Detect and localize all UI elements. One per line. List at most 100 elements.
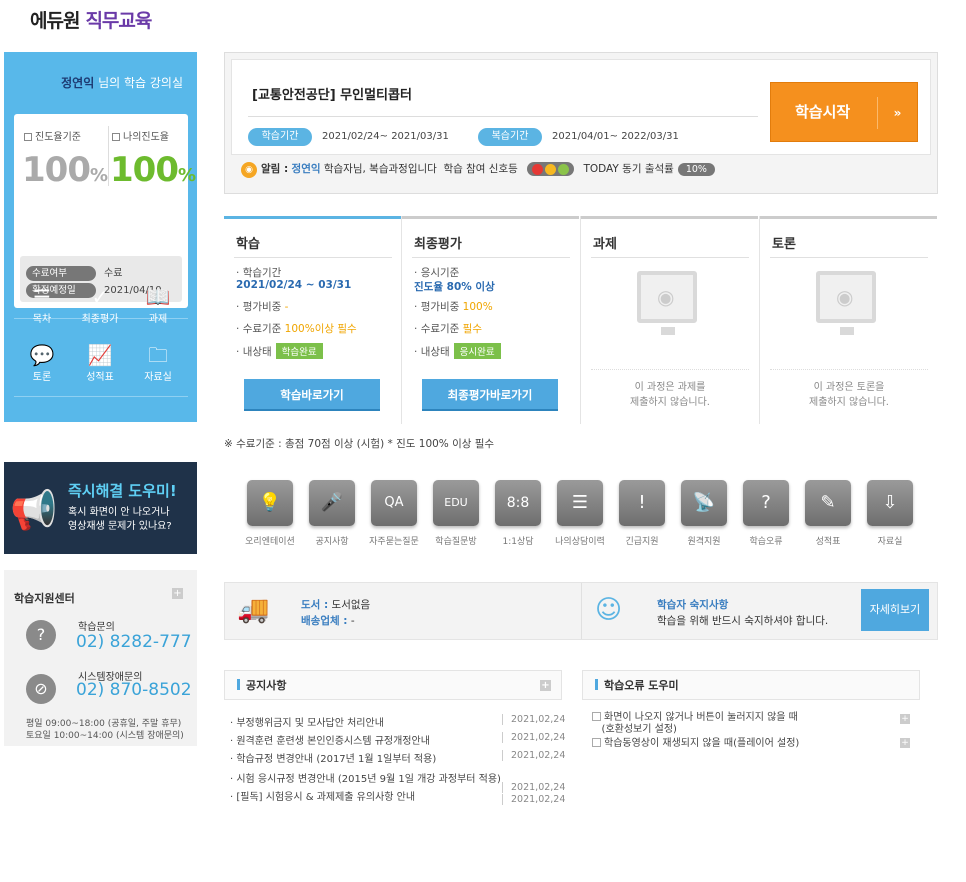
item-label: 수료기준 [242, 323, 282, 335]
orientation-button[interactable]: 💡 오리엔테이션 [244, 480, 296, 547]
study-inquiry-phone: 02) 8282-777 [76, 632, 192, 652]
board-title: 학습오류 도우미 [604, 679, 679, 692]
red-light [532, 163, 544, 175]
faq-button[interactable]: QA 자주묻는질문 [368, 480, 420, 547]
quick-final-exam[interactable]: ✓ 최종평가 [70, 284, 130, 325]
quick-task[interactable]: 📖 과제 [128, 284, 188, 325]
chat-icon: 💬 [29, 343, 55, 367]
item-value: 필수 [462, 323, 482, 335]
people-icon: 8:8 [495, 480, 541, 526]
status-badge: 응시완료 [453, 343, 501, 359]
msg-line: 이 과정은 과제를 [634, 382, 706, 393]
saturday-hours: 토요일 10:00~14:00 (시스템 장애문의) [26, 731, 184, 741]
logo[interactable]: 에듀원 직무교육 [30, 6, 152, 33]
board-title: 공지사항 [246, 679, 287, 692]
traffic-light-icon [527, 162, 575, 176]
go-study-button[interactable]: 학습바로가기 [244, 379, 380, 411]
info-bar: 🚚 도서 : 도서없음 배송업체 : - ☺ 학습자 숙지사항 학습을 위해 반… [224, 582, 938, 640]
error-helper-board: 학습오류 도우미 화면이 나오지 않거나 버튼이 눌러지지 않을 때 (호환성보… [582, 670, 920, 749]
notice-item[interactable]: · 원격훈련 훈련생 본인인증시스템 규정개정안내 [230, 732, 430, 747]
study-error-button[interactable]: ? 학습오류 [740, 480, 792, 547]
divider [14, 396, 188, 397]
logo-sub: 직무교육 [85, 10, 152, 32]
quick-grades[interactable]: 📈 성적표 [70, 342, 130, 383]
start-study-button[interactable]: 학습시작 » [770, 82, 918, 142]
item-label: 평가비중 [242, 301, 282, 313]
review-badge: 복습기간 [478, 128, 542, 146]
ship-value: - [350, 615, 355, 627]
rules-title: 학습자 숙지사항 [657, 599, 729, 611]
quick-toc[interactable]: ☰ 목차 [12, 284, 72, 325]
status-badge: 학습완료 [275, 343, 323, 359]
microphone-icon: 🎤 [309, 480, 355, 526]
completion-criteria: ※ 수료기준 : 총점 70점 이상 (시험) * 진도 100% 이상 필수 [224, 438, 495, 450]
view-details-button[interactable]: 자세히보기 [861, 589, 929, 631]
notice-more-button[interactable]: + [540, 680, 551, 691]
list-icon: ☰ [33, 285, 51, 309]
notice-date: 2021,02,24 [502, 794, 565, 805]
remote-support-button[interactable]: 📡 원격지원 [678, 480, 730, 547]
std-label-text: 진도율기준 [35, 132, 81, 143]
study-period-value: 2021/02/24 ~ 03/31 [236, 279, 351, 291]
quick-files[interactable]: 🗀 자료실 [128, 342, 188, 383]
review-period: 2021/04/01~ 2022/03/31 [552, 131, 679, 142]
instant-help-banner[interactable]: 📢 즉시해결 도우미! 혹시 화면이 안 나오거나 영상재생 문제가 있나요? [4, 462, 197, 554]
exam-criteria-item: · 응시기준 [414, 267, 460, 279]
signal-label: 학습 참여 신호등 [443, 163, 518, 175]
quick-label: 자료실 [144, 372, 172, 383]
counsel-button[interactable]: 8:8 1:1상담 [492, 480, 544, 547]
urgent-support-button[interactable]: ! 긴급지원 [616, 480, 668, 547]
book-info: 도서 : 도서없음 [301, 597, 370, 612]
task-message: 이 과정은 과제를 제출하지 않습니다. [591, 369, 749, 410]
notice-item[interactable]: · [필독] 시험응시 & 과제제출 유의사항 안내 [230, 788, 415, 803]
grades-button[interactable]: ✎ 성적표 [802, 480, 854, 547]
support-more-button[interactable]: + [172, 588, 183, 599]
study-status-item: · 내상태 학습완료 [236, 343, 323, 359]
period-badge: 학습기간 [248, 128, 312, 146]
course-title: [교통안전공단] 무인멀티콥터 [252, 88, 412, 103]
item-label: 내상태 [242, 346, 272, 358]
divider [248, 116, 758, 117]
yellow-light [545, 163, 557, 175]
msg-line: 제출하지 않습니다. [809, 397, 889, 408]
quick-discussion[interactable]: 💬 토론 [12, 342, 72, 383]
status-label: 수료여부 [26, 266, 96, 281]
status-value: 수료 [104, 268, 123, 279]
lightbulb-icon: 💡 [247, 480, 293, 526]
classroom-suffix: 님의 학습 강의실 [98, 76, 183, 90]
box-icon [24, 133, 32, 141]
notice-item[interactable]: · 부정행위금지 및 모사답안 처리안내 [230, 714, 384, 729]
msg-line: 이 과정은 토론을 [813, 382, 885, 393]
error-item[interactable]: 학습동영상이 재생되지 않을 때(플레이어 설정) [592, 738, 799, 750]
notice-date: 2021,02,24 [502, 714, 565, 725]
go-final-exam-button[interactable]: 최종평가바로가기 [422, 379, 558, 411]
archive-button[interactable]: ⇩ 자료실 [864, 480, 916, 547]
counsel-history-button[interactable]: ☰ 나의상담이력 [554, 480, 606, 547]
reading-person-icon: ☺ [595, 595, 623, 625]
notice-button[interactable]: 🎤 공지사항 [306, 480, 358, 547]
logo-brand: 에듀원 [30, 10, 80, 32]
helper-line: 혹시 화면이 안 나오거나 [68, 507, 170, 518]
notice-item[interactable]: · 학습규정 변경안내 (2017년 1월 1일부터 적용) [230, 750, 436, 765]
divider [591, 257, 749, 258]
system-phone-icon: ⊘ [26, 674, 56, 704]
notice-date: 2021,02,24 [502, 782, 565, 793]
study-weight-item: · 평가비중 - [236, 301, 289, 313]
tab-task-title: 과제 [593, 237, 617, 252]
notice-item[interactable]: · 시험 응시규정 변경안내 (2015년 9월 1일 개강 과정부터 적용) [230, 770, 501, 785]
study-question-button[interactable]: EDU 학습질문방 [430, 480, 482, 547]
notice-board: 공지사항 + · 부정행위금지 및 모사답안 처리안내 2021,02,24 · … [224, 670, 565, 805]
tab-final-exam: 최종평가 · 응시기준 진도율 80% 이상 · 평가비중 100% · 수료기… [402, 216, 579, 424]
error-item[interactable]: 화면이 나오지 않거나 버튼이 눌러지지 않을 때 (호환성보기 설정) [592, 712, 798, 736]
book-key: 도서 : [301, 599, 329, 611]
tab-task: 과제 ◉ 이 과정은 과제를 제출하지 않습니다. [581, 216, 758, 424]
system-inquiry-phone: 02) 870-8502 [76, 680, 192, 700]
plus-icon[interactable]: + [900, 738, 910, 748]
exam-status-item: · 내상태 응시완료 [414, 343, 501, 359]
user-name: 정연익 [61, 76, 95, 90]
unit: % [89, 165, 108, 186]
notice-label: 알림 : [261, 163, 289, 175]
box-icon [112, 133, 120, 141]
book-value: 도서없음 [331, 599, 371, 611]
plus-icon[interactable]: + [900, 714, 910, 724]
